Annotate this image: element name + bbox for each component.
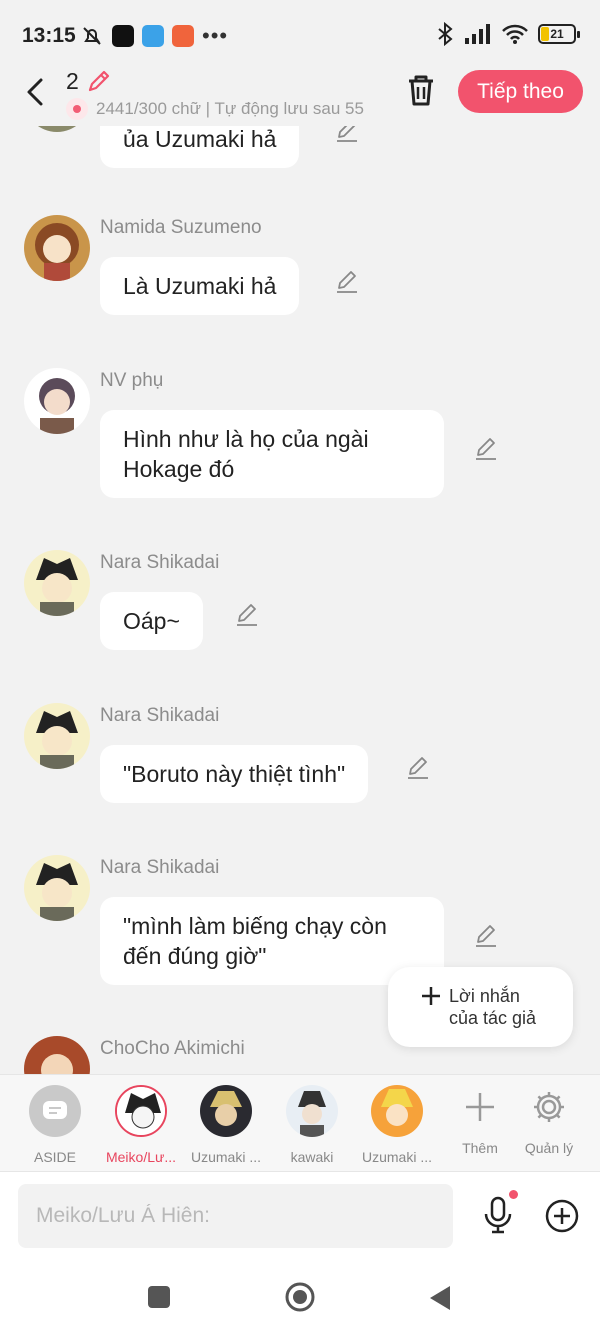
recent-apps-button[interactable] <box>148 1286 170 1308</box>
app-notification-icon <box>142 25 164 47</box>
speaker-name: Namida Suzumeno <box>100 217 262 238</box>
plus-circle-icon[interactable] <box>545 1199 579 1233</box>
edit-message-icon[interactable] <box>473 923 499 949</box>
speaker-name: NV phụ <box>100 370 164 391</box>
message-input[interactable] <box>18 1184 453 1248</box>
plus-icon <box>466 1093 494 1121</box>
input-bar <box>0 1172 600 1262</box>
aside-avatar <box>29 1085 81 1137</box>
back-button[interactable] <box>18 72 52 112</box>
chat-area[interactable]: ủa Uzumaki hả Namida Suzumeno Là Uzumaki… <box>0 126 600 1074</box>
signal-icon <box>465 24 490 44</box>
speaker-name: ChoCho Akimichi <box>100 1038 245 1059</box>
message-bubble[interactable]: Hình như là họ của ngài Hokage đó <box>100 410 444 498</box>
edit-message-icon[interactable] <box>234 602 260 628</box>
character-aside[interactable]: ASIDE <box>15 1085 95 1165</box>
character-meiko[interactable]: Meiko/Lư... <box>101 1085 181 1165</box>
mute-bell-icon <box>83 27 101 45</box>
warning-icon <box>66 98 88 120</box>
speaker-name: Nara Shikadai <box>100 857 220 878</box>
avatar <box>200 1085 252 1137</box>
message-bubble[interactable]: Là Uzumaki hả <box>100 257 300 315</box>
avatar[interactable] <box>24 368 90 434</box>
character-kawaki[interactable]: kawaki <box>272 1085 352 1165</box>
plus-icon <box>422 987 440 1005</box>
edit-message-icon[interactable] <box>473 436 499 462</box>
avatar[interactable] <box>24 126 90 132</box>
character-label: Meiko/Lư... <box>105 1149 177 1165</box>
edit-message-icon[interactable] <box>405 755 431 781</box>
manage-characters-button[interactable]: Quản lý <box>514 1089 584 1156</box>
add-character-button[interactable]: Thêm <box>445 1089 515 1156</box>
word-count-row: 2441/300 chữ | Tự động lưu sau 55 <box>66 96 380 122</box>
avatar[interactable] <box>24 550 90 616</box>
character-label: ASIDE <box>33 1149 76 1165</box>
mic-notification-dot <box>509 1190 518 1199</box>
app-notification-icon <box>112 25 134 47</box>
edit-title-icon[interactable] <box>86 68 112 94</box>
message-bubble[interactable]: "Boruto này thiệt tình" <box>100 745 369 803</box>
speaker-name: Nara Shikadai <box>100 705 220 726</box>
chapter-number[interactable]: 2 <box>66 68 79 95</box>
back-icon <box>27 78 43 106</box>
avatar[interactable] <box>24 1036 90 1074</box>
edit-message-icon[interactable] <box>334 269 360 295</box>
shop-notification-icon <box>172 25 194 47</box>
mic-icon[interactable] <box>482 1196 514 1234</box>
status-bar: 13:15 ••• 21 <box>0 0 600 70</box>
wifi-icon <box>502 24 528 44</box>
home-button[interactable] <box>284 1281 316 1313</box>
message-bubble[interactable]: ủa Uzumaki hả <box>100 126 300 168</box>
editor-header: 2 2441/300 chữ | Tự động lưu sau 55 Tiếp… <box>0 62 600 126</box>
author-note-label: Lời nhắn của tác giả <box>449 986 537 1028</box>
character-bar: ASIDE Meiko/Lư... Uzumaki ... kawaki Uzu… <box>0 1074 600 1172</box>
message-bubble[interactable]: "mình làm biếng chạy còn đến đúng giờ" <box>100 897 444 985</box>
word-count-text: 2441/300 chữ | Tự động lưu sau 55 <box>96 99 364 118</box>
battery-icon: 21 <box>538 24 580 44</box>
add-label: Thêm <box>462 1140 498 1156</box>
more-notifications-icon: ••• <box>202 23 229 48</box>
character-label: kawaki <box>290 1149 334 1165</box>
chat-bubble-icon <box>43 1101 67 1119</box>
avatar[interactable] <box>24 703 90 769</box>
character-label: Uzumaki ... <box>190 1149 261 1165</box>
trash-icon[interactable] <box>404 72 438 108</box>
character-label: Uzumaki ... <box>361 1149 432 1165</box>
message-bubble[interactable]: Oáp~ <box>100 592 203 650</box>
avatar[interactable] <box>24 855 90 921</box>
manage-label: Quản lý <box>524 1140 574 1156</box>
author-note-button[interactable]: Lời nhắn của tác giả <box>388 967 573 1047</box>
character-uzumaki-1[interactable]: Uzumaki ... <box>186 1085 266 1165</box>
avatar <box>286 1085 338 1137</box>
battery-level: 21 <box>550 27 564 41</box>
bluetooth-icon <box>438 22 453 46</box>
next-button[interactable]: Tiếp theo <box>458 70 583 113</box>
gear-icon <box>534 1092 564 1122</box>
status-notification-icons: ••• <box>80 24 228 48</box>
avatar[interactable] <box>24 215 90 281</box>
edit-message-icon[interactable] <box>334 126 360 144</box>
avatar <box>115 1085 167 1137</box>
nav-back-button[interactable] <box>428 1284 452 1312</box>
character-uzumaki-2[interactable]: Uzumaki ... <box>357 1085 437 1165</box>
system-nav-bar <box>0 1262 600 1333</box>
avatar <box>371 1085 423 1137</box>
status-system-icons: 21 <box>436 22 580 46</box>
speaker-name: Nara Shikadai <box>100 552 220 573</box>
status-time: 13:15 <box>22 24 76 47</box>
